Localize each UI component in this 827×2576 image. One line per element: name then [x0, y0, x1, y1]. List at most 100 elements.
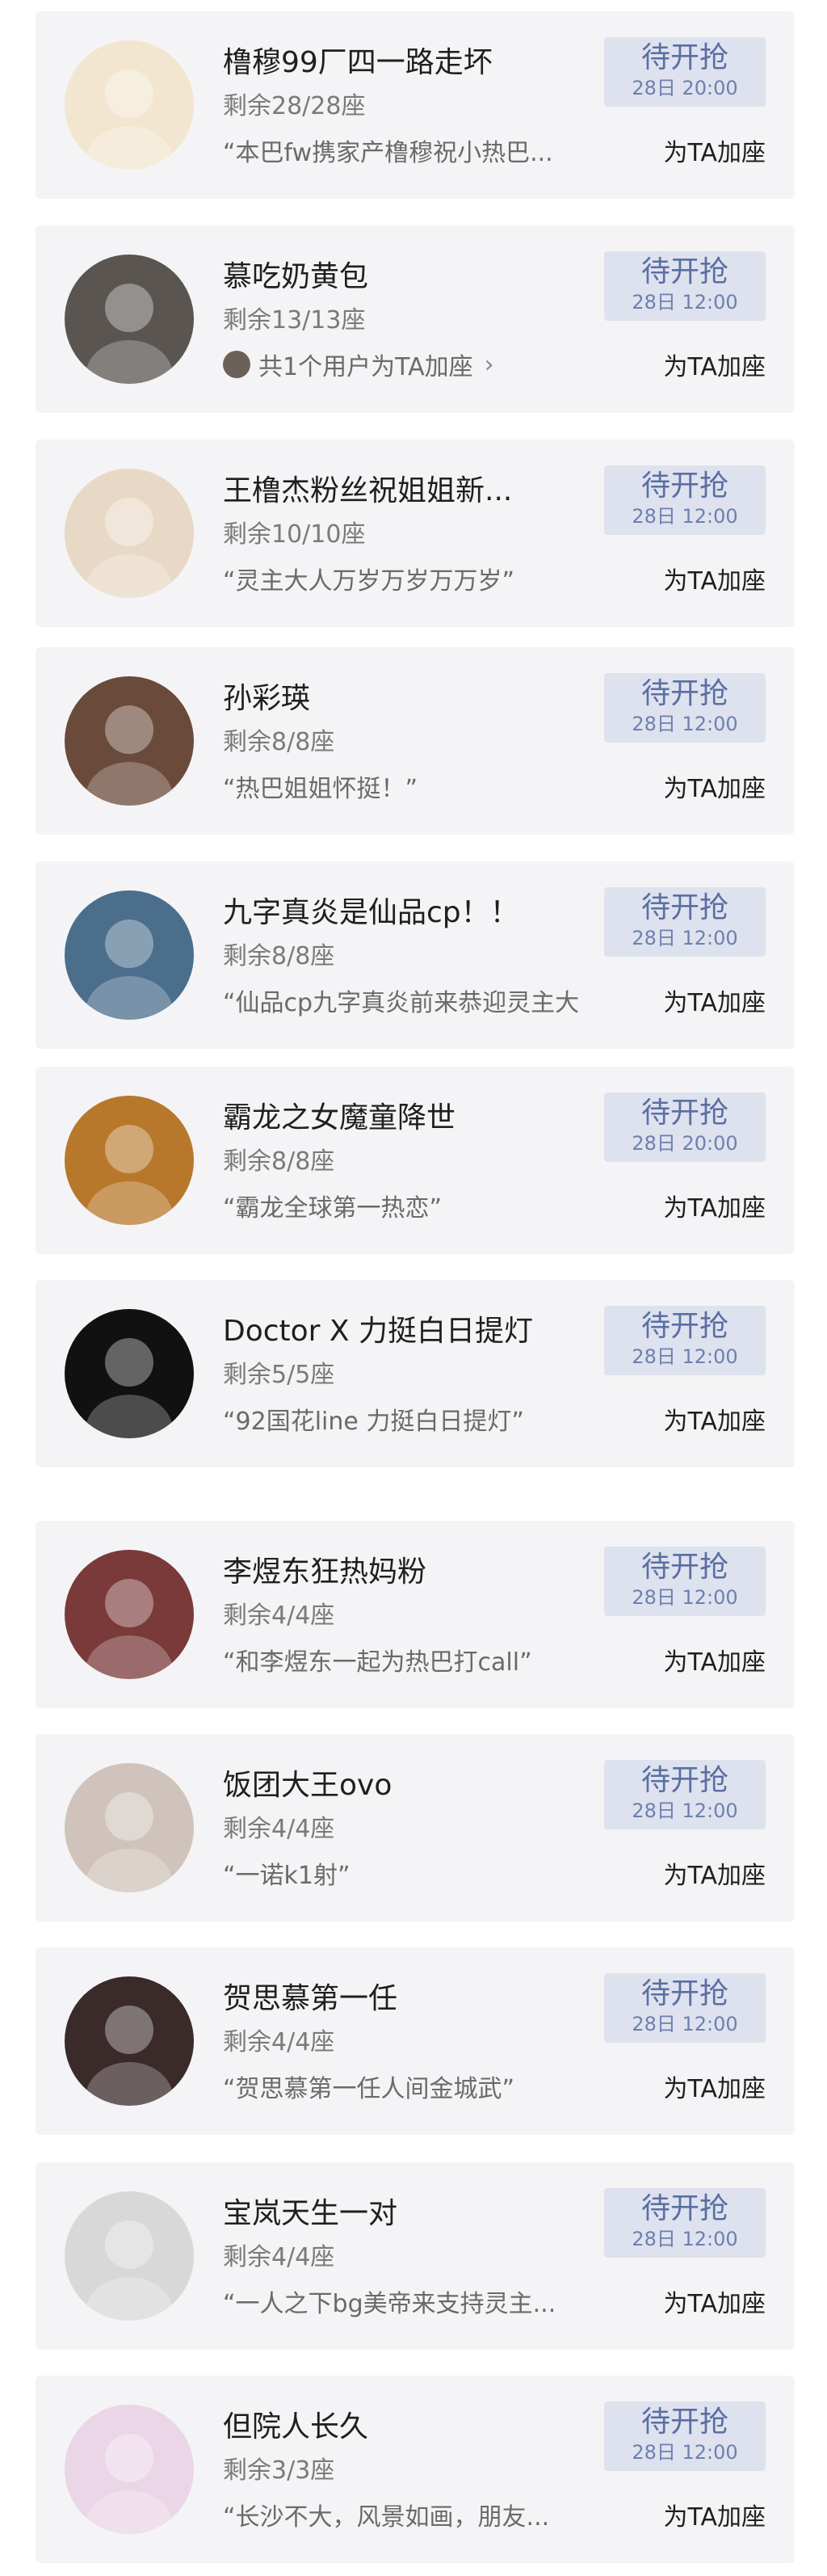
start-time: 28日 12:00: [632, 713, 738, 735]
pending-grab-button[interactable]: 待开抢 28日 12:00: [604, 465, 766, 535]
status-label: 待开抢: [640, 469, 728, 503]
seats-remaining: 剩余28/28座: [223, 92, 366, 120]
seats-remaining: 剩余8/8座: [223, 1147, 335, 1176]
list-item[interactable]: 但院人长久 剩余3/3座 “长沙不大，风景如画，朋友... 待开抢 28日 12:00 为…: [36, 2376, 795, 2563]
status-label: 待开抢: [640, 891, 728, 924]
avatar[interactable]: [65, 1096, 194, 1225]
logo-avatar: [65, 1309, 194, 1438]
item-title: 宝岚天生一对: [223, 2197, 398, 2230]
item-title: 慕吃奶黄包: [223, 260, 369, 293]
list-item[interactable]: 王橹杰粉丝祝姐姐新... 剩余10/10座 “灵主大人万岁万岁万万岁” 待开抢 28日 …: [36, 440, 795, 627]
avatar[interactable]: [65, 676, 194, 806]
status-label: 待开抢: [640, 1310, 728, 1343]
item-quote: “灵主大人万岁万岁万万岁”: [223, 567, 515, 596]
list-item[interactable]: 宝岚天生一对 剩余4/4座 “一人之下bg美帝来支持灵主... 待开抢 28日 12:0…: [36, 2162, 795, 2350]
kitten-avatar: [65, 1763, 194, 1892]
avatar[interactable]: [65, 2405, 194, 2534]
avatar[interactable]: [65, 1976, 194, 2106]
item-quote: “长沙不大，风景如画，朋友...: [223, 2503, 550, 2532]
start-time: 28日 20:00: [632, 1132, 738, 1155]
pending-grab-button[interactable]: 待开抢 28日 12:00: [604, 1973, 766, 2043]
add-seat-button[interactable]: 为TA加座: [663, 561, 766, 596]
item-title: 九字真炎是仙品cp！！: [223, 896, 519, 929]
add-seat-button[interactable]: 为TA加座: [663, 1642, 766, 1677]
list-item[interactable]: 慕吃奶黄包剩余13/13座共1个用户为TA加座 › 待开抢 28日 12:00 为TA加…: [36, 225, 795, 413]
list-item[interactable]: 李煜东狂热妈粉 剩余4/4座 “和李煜东一起为热巴打call” 待开抢 28日 12:0…: [36, 1521, 795, 1708]
seats-remaining: 剩余8/8座: [223, 728, 335, 756]
seats-remaining: 剩余4/4座: [223, 2028, 335, 2056]
photo-avatar: [65, 1550, 194, 1679]
add-seat-button[interactable]: 为TA加座: [663, 983, 766, 1018]
start-time: 28日 12:00: [632, 1799, 738, 1822]
status-label: 待开抢: [640, 255, 728, 288]
avatar[interactable]: [65, 890, 194, 1020]
add-seat-button[interactable]: 为TA加座: [663, 1188, 766, 1223]
pending-grab-button[interactable]: 待开抢 28日 20:00: [604, 37, 766, 107]
seats-remaining: 剩余13/13座: [223, 306, 366, 335]
pending-grab-button[interactable]: 待开抢 28日 12:00: [604, 673, 766, 743]
supporters-link[interactable]: 共1个用户为TA加座 ›: [223, 347, 494, 382]
add-seat-button[interactable]: 为TA加座: [663, 1401, 766, 1437]
start-time: 28日 20:00: [632, 77, 738, 99]
item-quote: “热巴姐姐怀挺！”: [223, 775, 418, 803]
avatar[interactable]: [65, 255, 194, 384]
avatar[interactable]: [65, 1763, 194, 1892]
supporters-text: 共1个用户为TA加座: [258, 353, 473, 381]
status-label: 待开抢: [640, 2406, 728, 2439]
item-title: 橹穆99厂四一路走坏: [223, 46, 493, 79]
item-title: 李煜东狂热妈粉: [223, 1555, 427, 1589]
start-time: 28日 12:00: [632, 1345, 738, 1368]
list-item[interactable]: 贺思慕第一任 剩余4/4座 “贺思慕第一任人间金城武” 待开抢 28日 12:00 为TA…: [36, 1947, 795, 2135]
flower-avatar: [65, 469, 194, 598]
avatar[interactable]: [65, 469, 194, 598]
add-seat-button[interactable]: 为TA加座: [663, 1855, 766, 1891]
item-quote: “和李煜东一起为热巴打call”: [223, 1648, 532, 1677]
add-seat-button[interactable]: 为TA加座: [663, 347, 766, 382]
item-quote: “一诺k1射”: [223, 1862, 351, 1890]
add-seat-button[interactable]: 为TA加座: [663, 133, 766, 168]
list-item[interactable]: 孙彩瑛 剩余8/8座 “热巴姐姐怀挺！” 待开抢 28日 12:00 为TA加座: [36, 647, 795, 835]
seats-remaining: 剩余8/8座: [223, 942, 335, 970]
avatar[interactable]: [65, 2191, 194, 2321]
status-label: 待开抢: [640, 41, 728, 74]
chevron-right-icon: ›: [484, 350, 494, 379]
pending-grab-button[interactable]: 待开抢 28日 12:00: [604, 1760, 766, 1829]
pending-grab-button[interactable]: 待开抢 28日 12:00: [604, 2401, 766, 2471]
start-time: 28日 12:00: [632, 2228, 738, 2250]
status-label: 待开抢: [640, 1551, 728, 1584]
status-label: 待开抢: [640, 2192, 728, 2225]
item-quote: “仙品cp九字真炎前来恭迎灵主大: [223, 989, 580, 1017]
seats-remaining: 剩余3/3座: [223, 2456, 335, 2485]
add-seat-button[interactable]: 为TA加座: [663, 2497, 766, 2532]
item-quote: “一人之下bg美帝来支持灵主...: [223, 2290, 556, 2318]
add-seat-button[interactable]: 为TA加座: [663, 2069, 766, 2104]
list-item[interactable]: 九字真炎是仙品cp！！ 剩余8/8座 “仙品cp九字真炎前来恭迎灵主大 待开抢 28日 …: [36, 861, 795, 1049]
supporter-avatar: [223, 351, 250, 378]
avatar[interactable]: [65, 1309, 194, 1438]
avatar[interactable]: [65, 40, 194, 170]
pending-grab-button[interactable]: 待开抢 28日 12:00: [604, 887, 766, 957]
status-label: 待开抢: [640, 1096, 728, 1130]
pending-grab-button[interactable]: 待开抢 28日 12:00: [604, 251, 766, 321]
list-item[interactable]: 饭团大王ovo 剩余4/4座 “一诺k1射” 待开抢 28日 12:00 为TA加座: [36, 1734, 795, 1921]
item-title: 贺思慕第一任: [223, 1982, 398, 2015]
item-title: 王橹杰粉丝祝姐姐新...: [223, 474, 513, 507]
photo-avatar: [65, 1096, 194, 1225]
item-quote: “92国花line 力挺白日提灯”: [223, 1408, 524, 1436]
list-item[interactable]: Doctor X 力挺白日提灯 剩余5/5座 “92国花line 力挺白日提灯” 待开…: [36, 1280, 795, 1467]
pending-grab-button[interactable]: 待开抢 28日 12:00: [604, 1547, 766, 1616]
add-seat-button[interactable]: 为TA加座: [663, 768, 766, 804]
item-title: 霸龙之女魔童降世: [223, 1101, 456, 1134]
list-item[interactable]: 霸龙之女魔童降世 剩余8/8座 “霸龙全球第一热恋” 待开抢 28日 20:00 为TA加…: [36, 1067, 795, 1254]
cartoon-cat-avatar: [65, 40, 194, 170]
add-seat-button[interactable]: 为TA加座: [663, 2283, 766, 2319]
list-item[interactable]: 橹穆99厂四一路走坏 剩余28/28座 “本巴fw携家产橹穆祝小热巴... 待开抢 28…: [36, 11, 795, 199]
pending-grab-button[interactable]: 待开抢 28日 12:00: [604, 1306, 766, 1375]
start-time: 28日 12:00: [632, 291, 738, 314]
manga-avatar: [65, 2191, 194, 2321]
photo-avatar: [65, 890, 194, 1020]
item-title: 饭团大王ovo: [223, 1769, 393, 1802]
pending-grab-button[interactable]: 待开抢 28日 12:00: [604, 2188, 766, 2258]
avatar[interactable]: [65, 1550, 194, 1679]
pending-grab-button[interactable]: 待开抢 28日 20:00: [604, 1092, 766, 1162]
